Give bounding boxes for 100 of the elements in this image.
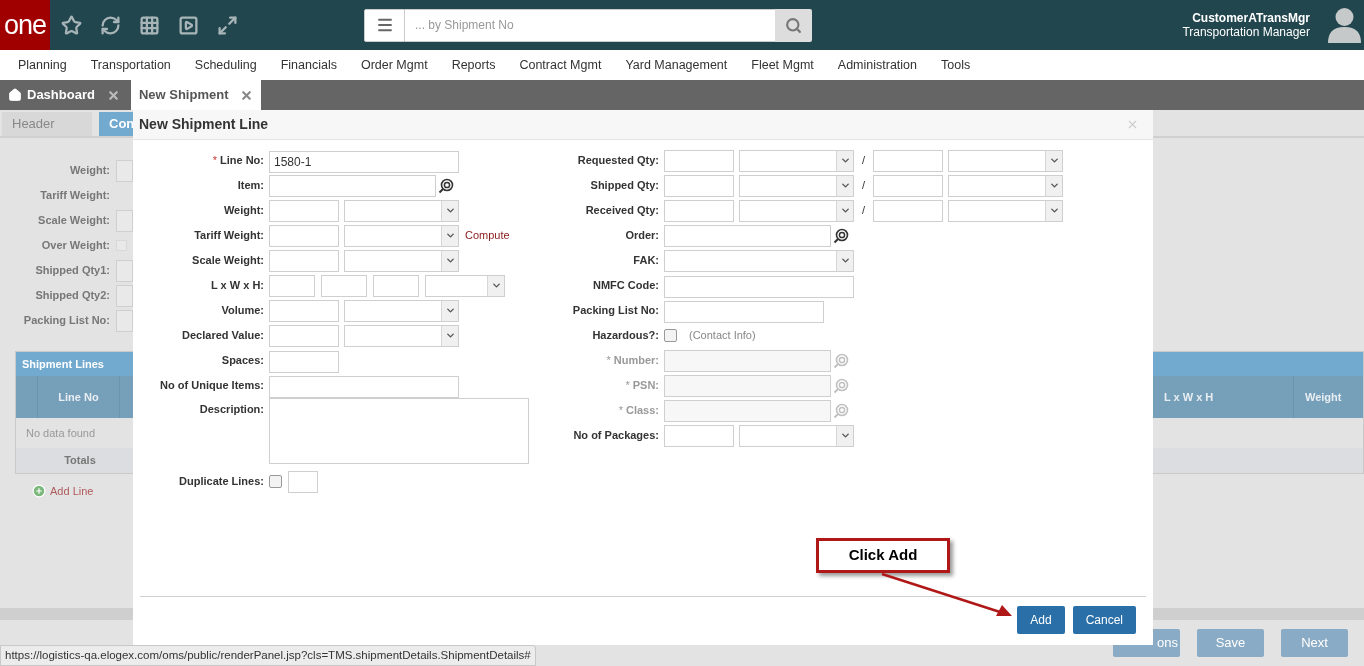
close-icon[interactable] (1126, 118, 1139, 131)
close-icon[interactable] (240, 88, 254, 102)
magnifier-icon[interactable] (438, 177, 454, 194)
input-field[interactable] (664, 224, 831, 247)
checkbox[interactable] (664, 329, 677, 342)
menu-item[interactable]: Yard Management (625, 55, 728, 75)
magnifier-icon[interactable] (833, 227, 849, 244)
play-icon[interactable] (178, 14, 199, 36)
select-field[interactable] (344, 299, 459, 322)
menu-item[interactable]: Planning (18, 55, 67, 75)
chevron-down-icon (444, 230, 456, 241)
select-field[interactable] (739, 424, 854, 447)
menu-button[interactable] (364, 8, 405, 42)
input-field[interactable] (664, 300, 824, 323)
input-field[interactable] (873, 174, 944, 197)
input-field[interactable] (116, 159, 133, 182)
select-field[interactable] (344, 324, 459, 347)
menu-item[interactable]: Fleet Mgmt (751, 55, 814, 75)
input-field[interactable] (373, 274, 419, 297)
slash-separator: / (862, 203, 866, 219)
select-field[interactable] (739, 199, 854, 222)
input-field[interactable] (269, 350, 339, 373)
chevron-down-icon (444, 205, 456, 216)
add-line-link[interactable]: Add Line (50, 483, 94, 500)
field-label: FAK: (632, 253, 660, 269)
field-label: No of Unique Items: (159, 378, 265, 394)
star-icon[interactable] (61, 14, 82, 36)
avatar-icon[interactable] (1328, 7, 1361, 43)
compute-link[interactable]: Compute (465, 227, 510, 244)
select-field[interactable] (739, 174, 854, 197)
input-field[interactable] (269, 174, 436, 197)
checkbox[interactable] (269, 475, 282, 488)
chevron-down-icon (1048, 180, 1060, 191)
menu-item[interactable]: Scheduling (194, 55, 257, 75)
input-field[interactable] (269, 224, 339, 247)
field-label: Declared Value: (181, 328, 265, 344)
dialog-title: New Shipment Line (139, 115, 269, 134)
select-field[interactable] (344, 199, 459, 222)
input-field[interactable] (873, 199, 944, 222)
input-field[interactable] (321, 274, 367, 297)
menu-item[interactable]: Contract Mgmt (519, 55, 602, 75)
input-field[interactable] (664, 374, 831, 397)
logo[interactable]: one (0, 0, 50, 50)
input-field[interactable] (116, 209, 133, 232)
input-field[interactable] (664, 424, 734, 447)
input-field[interactable]: 1580-1 (269, 150, 459, 173)
select-field[interactable] (344, 249, 459, 272)
menu-item[interactable]: Financials (280, 55, 337, 75)
chevron-down-icon (444, 255, 456, 266)
field-label: Packing List No: (22, 313, 110, 329)
input-field[interactable] (116, 309, 133, 332)
input-field[interactable] (116, 284, 133, 307)
field-label: Tariff Weight: (193, 228, 265, 244)
chevron-down-icon (444, 330, 456, 341)
input-field[interactable] (269, 199, 339, 222)
dialog-button[interactable]: Add (1017, 606, 1065, 634)
select-field[interactable] (344, 224, 459, 247)
input-field[interactable] (269, 375, 459, 398)
search-field[interactable]: ... by Shipment No (405, 8, 775, 42)
menu-item[interactable]: Administration (837, 55, 917, 75)
select-field[interactable] (664, 249, 854, 272)
field-label: Shipped Qty: (589, 178, 660, 194)
tab[interactable]: Dashboard (0, 80, 128, 110)
field-label: Hazardous?: (591, 328, 660, 344)
input-field[interactable] (664, 199, 734, 222)
select-field[interactable] (948, 199, 1064, 222)
panel-title: Shipment Lines (22, 356, 104, 372)
refresh-icon[interactable] (100, 14, 121, 36)
menu-item[interactable]: Order Mgmt (360, 55, 428, 75)
field-label: * Number: (605, 353, 660, 369)
input-field[interactable] (664, 275, 854, 298)
input-field[interactable] (116, 259, 133, 282)
close-icon[interactable] (106, 88, 120, 102)
input-field[interactable] (288, 470, 318, 493)
field-label: Over Weight: (40, 238, 110, 254)
select-field[interactable] (425, 274, 505, 297)
input-field[interactable] (873, 149, 944, 172)
input-field[interactable] (269, 249, 339, 272)
add-icon[interactable] (32, 484, 46, 499)
expand-icon[interactable] (217, 14, 238, 36)
input-field[interactable] (664, 149, 734, 172)
input-field[interactable] (269, 299, 339, 322)
search-button[interactable] (775, 8, 812, 42)
tab[interactable]: New Shipment (130, 80, 262, 110)
grid-icon[interactable] (139, 14, 160, 36)
select-field[interactable] (948, 174, 1064, 197)
menu-item[interactable]: Transportation (90, 55, 171, 75)
dialog-button[interactable]: Cancel (1072, 606, 1136, 634)
input-field[interactable] (269, 324, 339, 347)
description-field[interactable] (269, 398, 529, 464)
totals-label: Totals (63, 453, 97, 469)
menu-item[interactable]: Tools (941, 55, 971, 75)
select-field[interactable] (739, 149, 854, 172)
field-label: Packing List No: (571, 303, 660, 319)
input-field[interactable] (664, 399, 831, 422)
input-field[interactable] (269, 274, 315, 297)
input-field[interactable] (664, 349, 831, 372)
select-field[interactable] (948, 149, 1064, 172)
menu-item[interactable]: Reports (451, 55, 496, 75)
input-field[interactable] (664, 174, 734, 197)
